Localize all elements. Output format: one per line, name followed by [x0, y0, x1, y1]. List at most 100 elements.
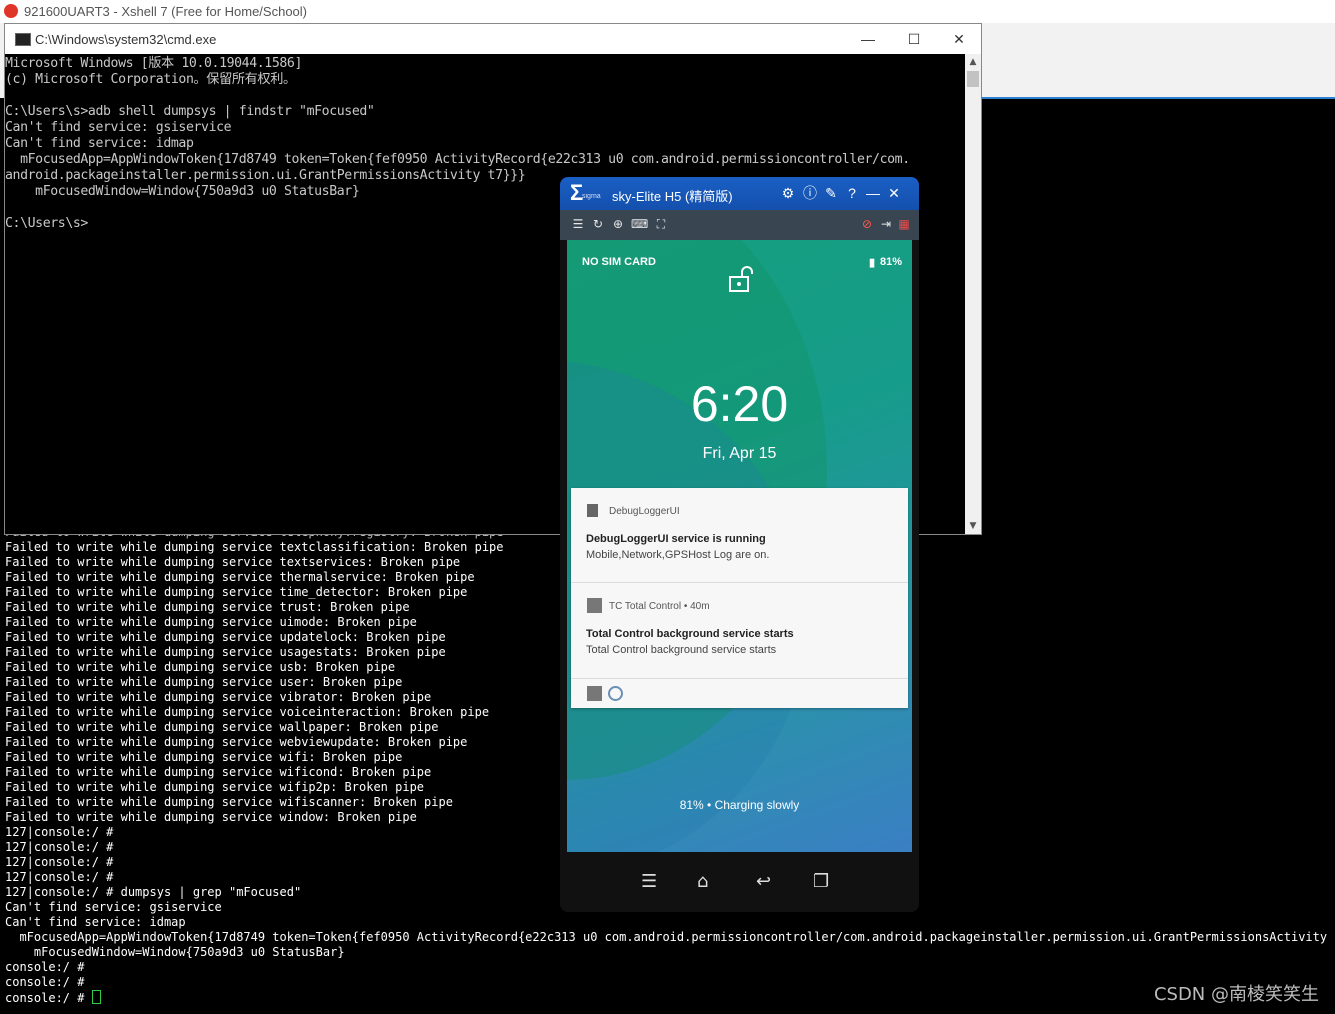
xshell-app-icon	[4, 4, 18, 18]
terminal-line: 127|console:/ #	[5, 840, 114, 854]
gear-icon[interactable]: ⚙	[779, 184, 797, 202]
console-line: C:\Users\s>	[5, 216, 88, 231]
console-line: C:\Users\s>adb shell dumpsys | findstr "…	[5, 104, 375, 119]
cmd-scrollbar[interactable]: ▲ ▼	[965, 54, 981, 534]
console-line: Can't find service: gsiservice	[5, 120, 232, 135]
scroll-up-icon[interactable]: ▲	[965, 54, 981, 70]
terminal-prompt-line[interactable]: console:/ #	[5, 990, 101, 1005]
notification-divider	[571, 678, 908, 679]
terminal-line: Failed to write while dumping service vi…	[5, 690, 432, 704]
lockscreen-date: Fri, Apr 15	[702, 445, 777, 462]
grid-icon[interactable]: ▦	[896, 216, 912, 232]
close-icon[interactable]: ✕	[885, 184, 903, 202]
terminal-line: 127|console:/ #	[5, 870, 114, 884]
notification-divider	[571, 582, 908, 583]
unlock-icon[interactable]	[727, 265, 755, 295]
console-line: (c) Microsoft Corporation。保留所有权利。	[5, 72, 296, 87]
phone-mirror-window[interactable]: Σ sigma sky-Elite H5 (精简版) ⚙ ⓘ ✎ ? — ✕ ☰…	[560, 177, 919, 912]
scroll-down-icon[interactable]: ▼	[965, 518, 981, 534]
terminal-line: Failed to write while dumping service th…	[5, 570, 475, 584]
terminal-cursor	[91, 990, 101, 1004]
info-icon[interactable]: ⓘ	[801, 184, 819, 202]
tc-small-icon[interactable]	[587, 686, 602, 701]
help-icon[interactable]: ?	[843, 184, 861, 202]
export-icon[interactable]: ⇥	[878, 216, 894, 232]
cmd-app-icon	[15, 33, 31, 46]
terminal-line: Failed to write while dumping service ui…	[5, 615, 417, 629]
terminal-line: Failed to write while dumping service vo…	[5, 705, 490, 719]
phone-window-title: sky-Elite H5 (精简版)	[612, 189, 733, 204]
battery-icon: ▮	[869, 257, 876, 269]
console-line: mFocusedApp=AppWindowToken{17d8749 token…	[5, 152, 910, 167]
csdn-watermark: CSDN @南棱笑笑生	[1153, 984, 1319, 1005]
terminal-prompt: console:/ #	[5, 991, 92, 1005]
menu-button-icon[interactable]: ☰	[641, 872, 657, 892]
terminal-line: console:/ #	[5, 960, 85, 974]
phone-title-bar[interactable]: Σ sigma sky-Elite H5 (精简版) ⚙ ⓘ ✎ ? — ✕	[560, 177, 919, 210]
terminal-line: Failed to write while dumping service wi…	[5, 750, 403, 764]
terminal-line: Failed to write while dumping service te…	[5, 555, 461, 569]
debug-app-icon	[587, 504, 598, 517]
carrier-status: NO SIM CARD	[582, 256, 656, 268]
console-line: Microsoft Windows [版本 10.0.19044.1586]	[5, 56, 302, 71]
terminal-line: Failed to write while dumping service we…	[5, 735, 468, 749]
terminal-line: 127|console:/ # dumpsys | grep "mFocused…	[5, 885, 302, 899]
notification-text: Mobile,Network,GPSHost Log are on.	[586, 549, 770, 561]
terminal-line: Failed to write while dumping service up…	[5, 630, 446, 644]
cmd-title-bar[interactable]: C:\Windows\system32\cmd.exe — ☐ ✕	[5, 24, 981, 54]
notification-panel: DebugLoggerUI DebugLoggerUI service is r…	[571, 488, 908, 708]
phone-lockscreen[interactable]: NO SIM CARD ▮ 81% 6:20 Fri, Apr 15 Debug…	[567, 240, 912, 852]
terminal-line: mFocusedWindow=Window{750a9d3 u0 StatusB…	[5, 945, 345, 959]
android-nav-bar: ☰ ⌂ ↩ ❐	[560, 852, 919, 912]
terminal-line: 127|console:/ #	[5, 855, 114, 869]
terminal-line: Failed to write while dumping service tr…	[5, 600, 410, 614]
terminal-line: Failed to write while dumping service us…	[5, 675, 403, 689]
terminal-line: Can't find service: idmap	[5, 915, 186, 929]
sync-icon[interactable]	[608, 686, 623, 701]
terminal-line: Failed to write while dumping service wi…	[5, 765, 432, 779]
terminal-line: Failed to write while dumping service wi…	[5, 810, 417, 824]
console-line: android.packageinstaller.permission.ui.G…	[5, 168, 526, 183]
list-icon[interactable]: ☰	[570, 216, 586, 232]
terminal-line: Can't find service: gsiservice	[5, 900, 222, 914]
xshell-window-title: 921600UART3 - Xshell 7 (Free for Home/Sc…	[24, 4, 307, 19]
phone-toolbar: ☰ ↻ ⊕ ⌨ ⛶ ⊘ ⇥ ▦	[560, 210, 919, 240]
xshell-title-bar: 921600UART3 - Xshell 7 (Free for Home/Sc…	[0, 0, 1335, 23]
terminal-line: Failed to write while dumping service wa…	[5, 720, 439, 734]
console-line: mFocusedWindow=Window{750a9d3 u0 StatusB…	[5, 184, 360, 199]
terminal-line: Failed to write while dumping service ti…	[5, 585, 468, 599]
notification-app-name: TC Total Control • 40m	[609, 601, 710, 612]
terminal-line: 127|console:/ #	[5, 825, 114, 839]
close-button[interactable]: ✕	[936, 24, 982, 54]
terminal-line: Failed to write while dumping service te…	[5, 540, 504, 554]
terminal-line: Failed to write while dumping service wi…	[5, 780, 425, 794]
scroll-thumb[interactable]	[967, 71, 979, 87]
zoom-icon[interactable]: ⊕	[610, 216, 626, 232]
recents-button-icon[interactable]: ❐	[813, 872, 829, 892]
keyboard-icon[interactable]: ⌨	[631, 216, 648, 232]
minimize-button[interactable]: —	[845, 24, 891, 54]
maximize-button[interactable]: ☐	[891, 24, 937, 54]
minimize-icon[interactable]: —	[864, 184, 882, 202]
terminal-line: mFocusedApp=AppWindowToken{17d8749 token…	[5, 930, 1335, 944]
terminal-line: Failed to write while dumping service us…	[5, 660, 396, 674]
charging-status: 81% • Charging slowly	[679, 798, 800, 812]
back-button-icon[interactable]: ↩	[756, 872, 771, 892]
fullscreen-icon[interactable]: ⛶	[653, 216, 669, 232]
notification-text: Total Control background service starts	[586, 644, 777, 656]
terminal-line: Failed to write while dumping service wi…	[5, 795, 453, 809]
sigma-brand: sigma	[582, 193, 601, 200]
lockscreen-clock: 6:20	[690, 376, 789, 432]
terminal-line: console:/ #	[5, 975, 85, 989]
terminal-line: Failed to write while dumping service us…	[5, 645, 446, 659]
pin-icon[interactable]: ✎	[822, 184, 840, 202]
tc-app-icon	[587, 598, 602, 613]
notification-title: DebugLoggerUI service is running	[586, 533, 766, 545]
notification-title: Total Control background service starts	[586, 628, 794, 640]
home-button-icon[interactable]: ⌂	[697, 872, 708, 892]
console-line: Can't find service: idmap	[5, 136, 194, 151]
no-sound-icon[interactable]: ⊘	[859, 216, 875, 232]
rotate-icon[interactable]: ↻	[590, 216, 606, 232]
cmd-window-title: C:\Windows\system32\cmd.exe	[35, 32, 217, 47]
xshell-tab-underline	[982, 97, 1335, 99]
